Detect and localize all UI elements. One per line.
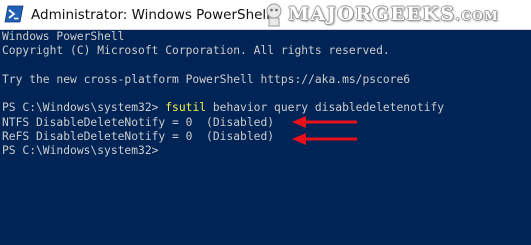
- powershell-icon: [4, 5, 24, 23]
- console-line: Windows PowerShell: [2, 30, 125, 43]
- output-ntfs: NTFS DisableDeleteNotify = 0 (Disabled): [2, 115, 275, 129]
- command-line: PS C:\Windows\system32> fsutil behavior …: [2, 101, 529, 115]
- console-line: Copyright (C) Microsoft Corporation. All…: [2, 44, 390, 58]
- output-refs: ReFS DisableDeleteNotify = 0 (Disabled): [2, 130, 275, 144]
- final-prompt: PS C:\Windows\system32>: [2, 144, 159, 158]
- command-args: behavior query disabledeletenotify: [206, 101, 445, 115]
- window-title: Administrator: Windows PowerShell: [31, 7, 270, 23]
- watermark: MAJORGEEKS.COM: [258, 2, 530, 28]
- console-line: Try the new cross-platform PowerShell ht…: [2, 72, 411, 86]
- prompt: PS C:\Windows\system32>: [2, 101, 166, 115]
- watermark-text: MAJORGEEKS.COM: [288, 3, 499, 25]
- title-bar[interactable]: Administrator: Windows PowerShell MAJORG…: [0, 0, 531, 30]
- console-output[interactable]: Windows PowerShell Copyright (C) Microso…: [2, 30, 529, 245]
- red-arrow-icon: [292, 133, 357, 145]
- watermark-logo-icon: [266, 3, 282, 27]
- command-name: fsutil: [165, 101, 207, 115]
- powershell-window: Administrator: Windows PowerShell MAJORG…: [0, 0, 531, 245]
- red-arrow-icon: [292, 116, 357, 128]
